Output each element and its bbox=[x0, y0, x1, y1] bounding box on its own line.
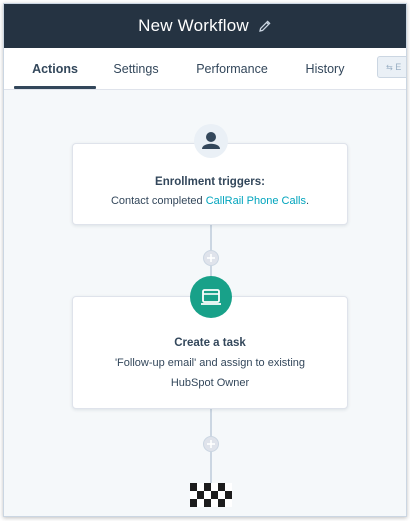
action-description-line2: HubSpot Owner bbox=[170, 377, 250, 389]
tab-history[interactable]: History bbox=[292, 48, 358, 90]
export-label: E bbox=[395, 62, 402, 72]
trigger-heading: Enrollment triggers: bbox=[155, 176, 265, 188]
add-action-button[interactable] bbox=[203, 250, 219, 266]
plus-icon bbox=[207, 440, 215, 448]
active-tab-indicator bbox=[14, 86, 96, 89]
action-description-line1: 'Follow-up email' and assign to existing bbox=[114, 357, 306, 369]
export-button[interactable]: ⇆ E bbox=[377, 56, 406, 78]
export-icon: ⇆ bbox=[386, 63, 393, 72]
task-icon bbox=[190, 276, 232, 318]
tab-performance[interactable]: Performance bbox=[186, 48, 278, 90]
checkered-flag-icon bbox=[190, 483, 232, 507]
workflow-title[interactable]: New Workflow bbox=[138, 16, 249, 36]
trigger-suffix: . bbox=[306, 195, 310, 207]
trigger-description: Contact completed CallRail Phone Calls. bbox=[73, 191, 347, 211]
action-heading: Create a task bbox=[174, 337, 246, 349]
person-icon bbox=[194, 124, 228, 158]
workflow-canvas: Enrollment triggers: Contact completed C… bbox=[4, 91, 406, 516]
callrail-link[interactable]: CallRail Phone Calls bbox=[206, 195, 306, 207]
pencil-icon[interactable] bbox=[258, 19, 272, 33]
workflow-window: New Workflow Actions Settings Performanc… bbox=[3, 3, 407, 517]
plus-icon bbox=[207, 254, 215, 262]
header-bar: New Workflow bbox=[4, 4, 406, 48]
tab-actions[interactable]: Actions bbox=[14, 48, 96, 90]
add-action-button[interactable] bbox=[203, 436, 219, 452]
tab-bar: Actions Settings Performance History ⇆ E bbox=[4, 48, 406, 90]
tab-settings[interactable]: Settings bbox=[100, 48, 172, 90]
trigger-text: Contact completed bbox=[110, 195, 206, 207]
